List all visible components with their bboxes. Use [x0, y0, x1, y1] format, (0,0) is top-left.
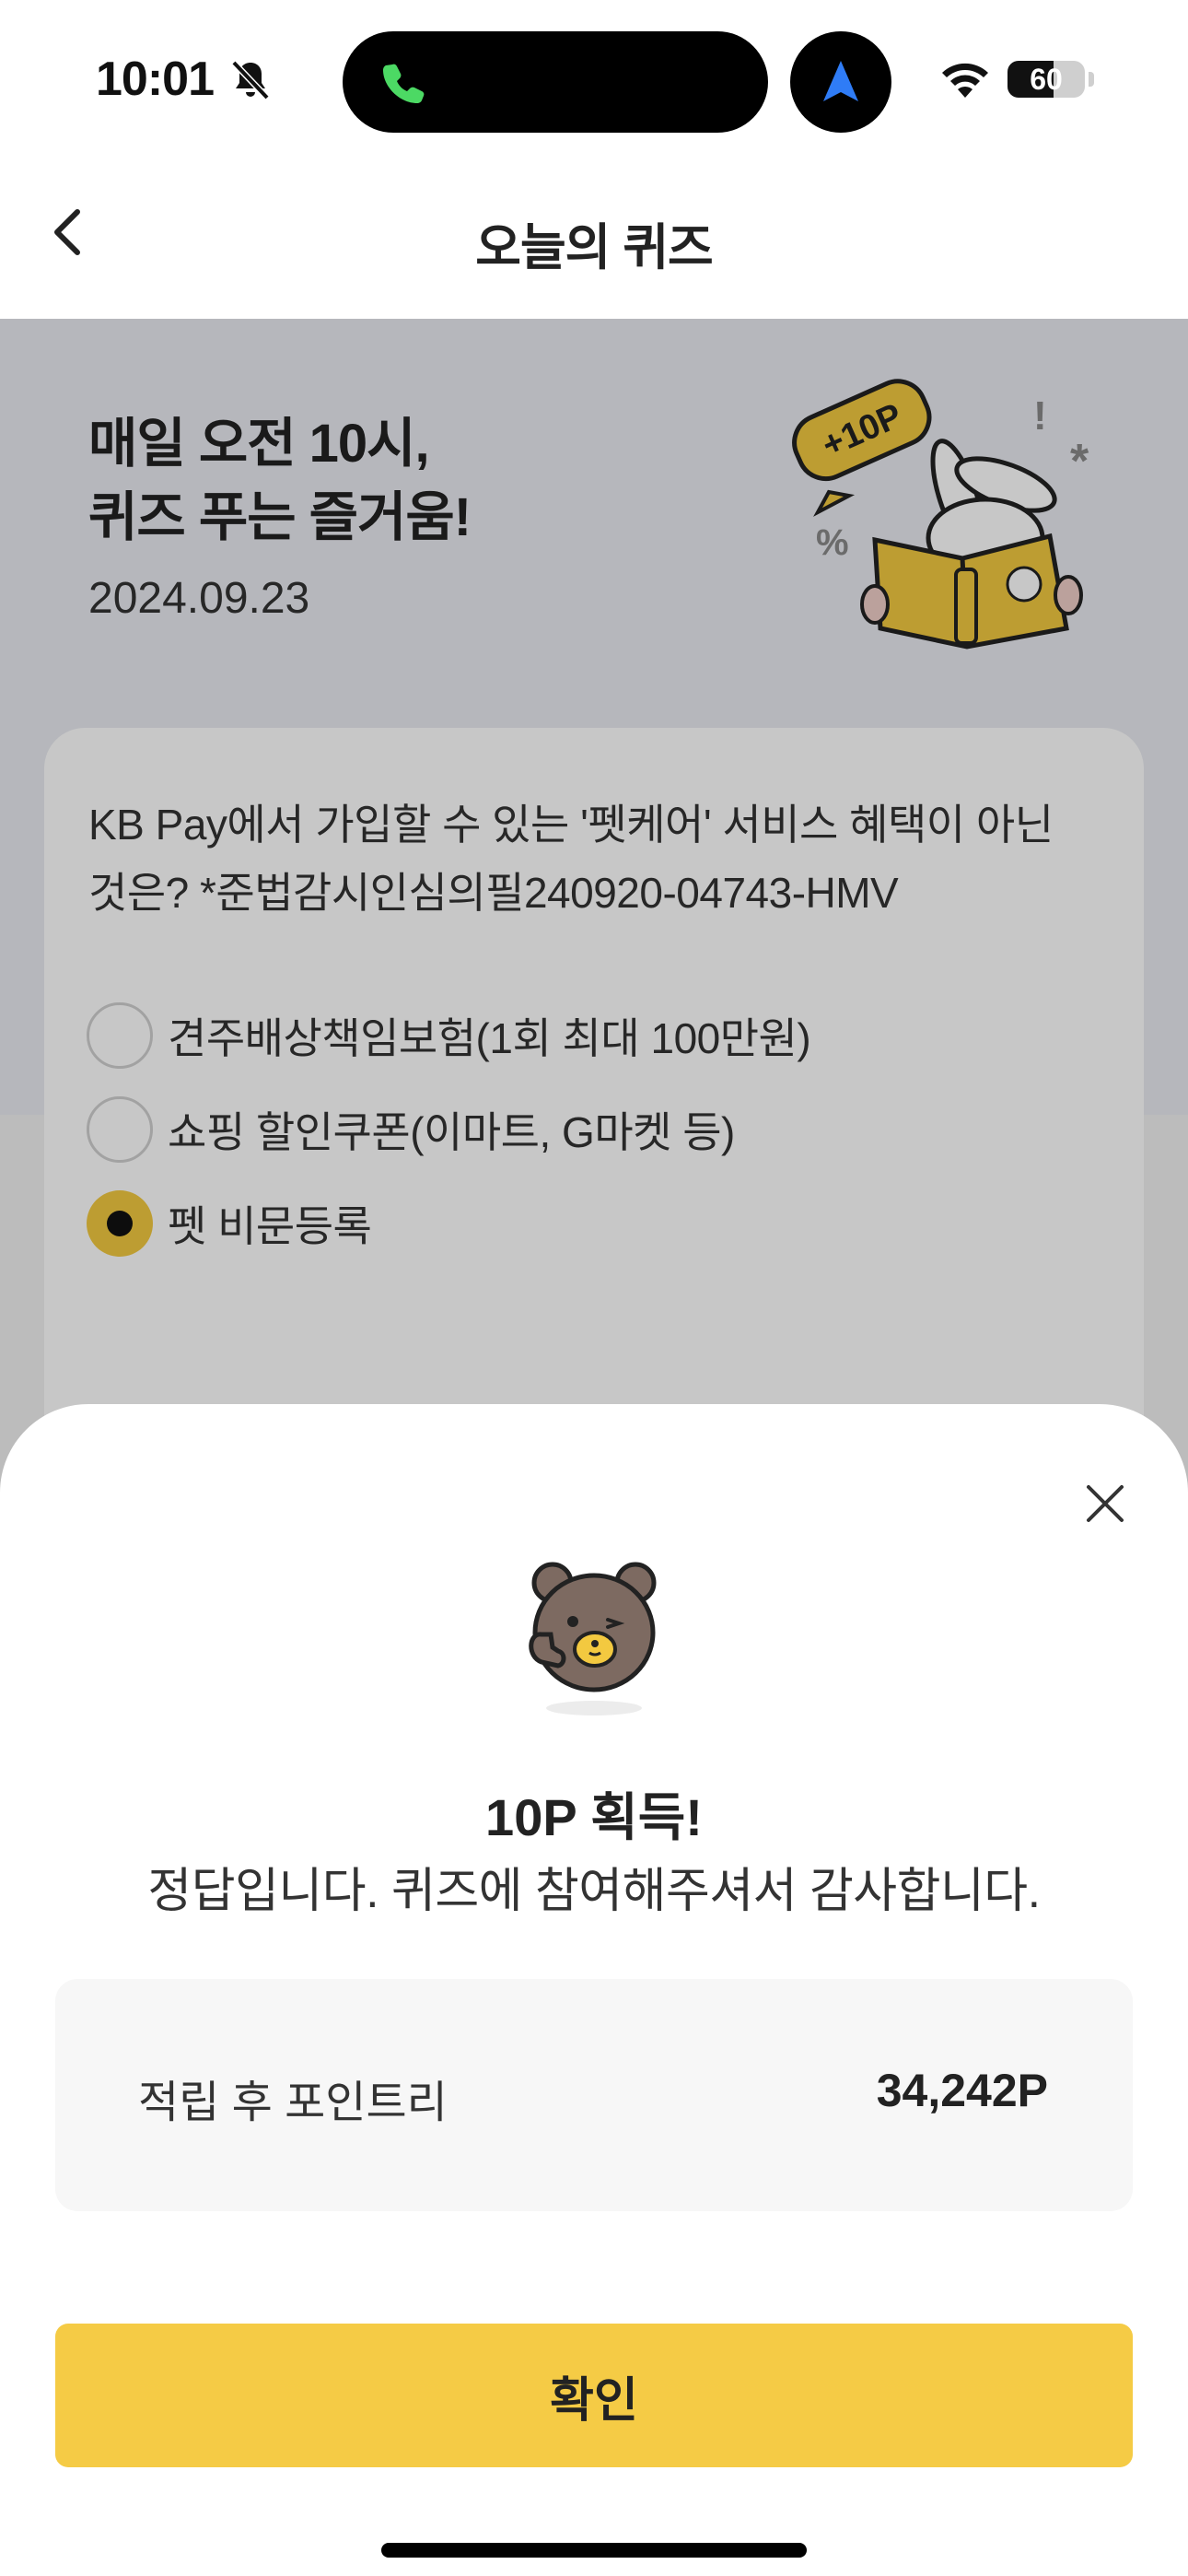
- close-icon[interactable]: [1076, 1474, 1135, 1533]
- page-title: 오늘의 퀴즈: [475, 220, 713, 275]
- location-badge[interactable]: [790, 31, 891, 133]
- status-bar: 10:01 60: [0, 0, 1188, 157]
- dynamic-island[interactable]: [343, 31, 768, 133]
- home-indicator[interactable]: [381, 2543, 807, 2558]
- battery-level-text: 60: [1030, 63, 1063, 96]
- points-summary: 적립 후 포인트리 34,242P: [55, 1979, 1133, 2211]
- result-bottom-sheet: 10P 획득! 정답입니다. 퀴즈에 참여해주셔서 감사합니다. 적립 후 포인…: [0, 1404, 1188, 2576]
- status-time: 10:01: [96, 53, 215, 106]
- result-message: 정답입니다. 퀴즈에 참여해주셔서 감사합니다.: [147, 1865, 1041, 1918]
- phone-icon: [383, 64, 425, 103]
- confirm-button[interactable]: 확인: [55, 2324, 1133, 2467]
- result-title: 10P 획득!: [485, 1788, 703, 1846]
- battery-tip: [1089, 72, 1094, 87]
- bear-thumbs-up-illustration: [529, 1562, 657, 1715]
- battery-icon: 60: [1007, 61, 1085, 98]
- points-value: 34,242P: [876, 2065, 1048, 2116]
- wifi-icon: [942, 63, 988, 98]
- nav-header: 오늘의 퀴즈: [0, 157, 1188, 319]
- location-arrow-icon: [823, 61, 858, 101]
- bell-slash-icon: [231, 60, 270, 100]
- points-label: 적립 후 포인트리: [138, 2078, 448, 2127]
